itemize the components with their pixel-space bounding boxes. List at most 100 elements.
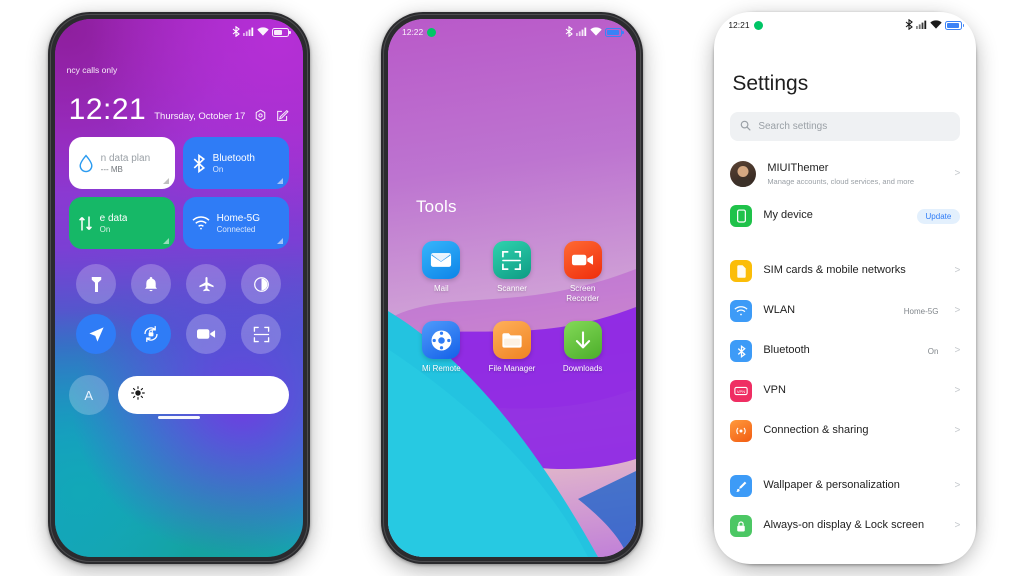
page-title: Settings [732, 72, 809, 95]
tile-subtitle: --- MB [100, 164, 123, 174]
app-mi-remote[interactable]: Mi Remote [411, 321, 471, 374]
toggle-ringer[interactable] [131, 264, 172, 304]
avatar [730, 161, 757, 187]
screen-record-icon [196, 327, 216, 341]
row-title: Connection & sharing [763, 424, 869, 437]
settings-row-wlan[interactable]: WLAN Home-5G > [714, 291, 976, 331]
status-bar: 12:22 [388, 19, 636, 45]
phone-settings: 12:21 Settings Search settings MIUITheme… [714, 12, 977, 564]
tile-subtitle: Connected [216, 224, 256, 234]
search-input[interactable]: Search settings [730, 112, 961, 141]
tile-title: Home-5G [216, 212, 261, 224]
connection-icon [730, 420, 753, 442]
brightness-icon [130, 385, 145, 405]
app-label: Screen Recorder [566, 284, 600, 303]
bluetooth-icon [730, 340, 753, 362]
lock-icon [730, 515, 753, 537]
app-scanner[interactable]: Scanner [482, 241, 542, 303]
toggle-airplane[interactable] [186, 264, 227, 304]
remote-icon [422, 321, 461, 360]
chevron-right-icon: > [954, 425, 961, 436]
folder-icon [492, 321, 531, 360]
screen-recorder-icon [563, 241, 602, 279]
tile-data-plan[interactable]: n data plan --- MB [68, 137, 175, 189]
wifi-icon [256, 26, 269, 38]
water-drop-icon [78, 154, 94, 173]
auto-brightness-button[interactable]: A [68, 375, 109, 415]
app-screen-recorder[interactable]: Screen Recorder [553, 241, 613, 303]
chevron-right-icon: > [954, 385, 961, 396]
brightness-row: A [68, 375, 289, 415]
folder-app-grid: Mail Scanner Screen Recorder Mi Remote F… [406, 241, 618, 374]
settings-row-sim-cards[interactable]: SIM cards & mobile networks > [714, 251, 976, 291]
carrier-status-text: ncy calls only [66, 65, 118, 75]
battery-icon [945, 20, 965, 30]
row-subtitle: Manage accounts, cloud services, and mor… [767, 176, 915, 186]
row-title: Always-on display & Lock screen [763, 519, 925, 532]
row-title: Wallpaper & personalization [763, 479, 900, 492]
tile-expand-corner[interactable] [162, 238, 169, 244]
chevron-right-icon: > [954, 305, 961, 316]
row-title: Bluetooth [763, 344, 810, 357]
battery-icon [604, 27, 624, 37]
row-title: VPN [763, 384, 786, 397]
flashlight-icon [89, 276, 104, 293]
toggle-flashlight[interactable] [76, 264, 117, 304]
airplane-icon [198, 276, 215, 293]
settings-row-connection-sharing[interactable]: Connection & sharing > [714, 411, 976, 451]
settings-row-my-device[interactable]: My device Update [714, 196, 976, 236]
tile-mobile-data[interactable]: e data On [68, 197, 175, 249]
home-indicator[interactable] [157, 415, 200, 419]
settings-hex-icon[interactable] [254, 109, 267, 122]
tile-expand-corner[interactable] [276, 238, 283, 244]
tile-expand-corner[interactable] [276, 178, 283, 184]
quick-toggle-row [69, 264, 289, 354]
app-label: File Manager [488, 364, 536, 374]
app-file-manager[interactable]: File Manager [482, 321, 542, 374]
settings-row-bluetooth[interactable]: Bluetooth On > [714, 331, 976, 371]
row-title: WLAN [763, 304, 796, 317]
settings-row-vpn[interactable]: VPN VPN > [714, 371, 976, 411]
download-icon [563, 321, 602, 360]
row-title: SIM cards & mobile networks [763, 264, 906, 277]
green-dot-icon [753, 20, 763, 30]
brightness-slider[interactable] [117, 376, 289, 414]
folder-name[interactable]: Tools [416, 197, 457, 217]
status-badge[interactable]: Update [916, 208, 961, 224]
settings-row-always-on-display[interactable]: Always-on display & Lock screen > [714, 506, 976, 546]
app-downloads[interactable]: Downloads [553, 321, 613, 374]
toggle-auto-rotate[interactable] [131, 314, 172, 354]
chevron-right-icon: > [954, 265, 961, 276]
tile-bluetooth[interactable]: Bluetooth On [182, 137, 289, 189]
scan-icon [253, 326, 270, 343]
settings-list[interactable]: MIUIThemer Manage accounts, cloud servic… [714, 152, 976, 564]
wifi-icon [730, 300, 753, 322]
tile-expand-corner[interactable] [162, 178, 169, 184]
row-value: Home-5G [903, 306, 939, 316]
bluetooth-icon [565, 25, 573, 39]
toggle-location[interactable] [76, 314, 117, 354]
app-mail[interactable]: Mail [411, 241, 471, 303]
toggle-screen-record[interactable] [186, 314, 227, 354]
screen-folder: 12:22 Tools Mail Scanner Screen Recorder… [387, 19, 636, 557]
settings-row-wallpaper[interactable]: Wallpaper & personalization > [714, 466, 976, 506]
chevron-right-icon: > [954, 168, 961, 179]
row-title: MIUIThemer [767, 161, 829, 174]
battery-icon [271, 27, 291, 37]
tile-wifi[interactable]: Home-5G Connected [182, 197, 289, 249]
phone-showcase: ncy calls only 12:21 Thursday, October 1… [0, 0, 1024, 576]
toggle-scan[interactable] [241, 314, 282, 354]
search-placeholder: Search settings [758, 121, 828, 132]
location-icon [88, 326, 105, 343]
device-icon [730, 205, 753, 227]
settings-row-account[interactable]: MIUIThemer Manage accounts, cloud servic… [714, 152, 976, 196]
sim-icon [730, 260, 753, 282]
section-divider [714, 236, 976, 251]
dark-mode-icon [253, 276, 270, 293]
clock-widget: 12:21 Thursday, October 17 [69, 95, 289, 125]
edit-icon[interactable] [276, 109, 289, 122]
tile-subtitle: On [212, 164, 224, 174]
toggle-dark-mode[interactable] [241, 264, 282, 304]
chevron-right-icon: > [954, 480, 961, 491]
clock-time: 12:21 [68, 93, 147, 126]
